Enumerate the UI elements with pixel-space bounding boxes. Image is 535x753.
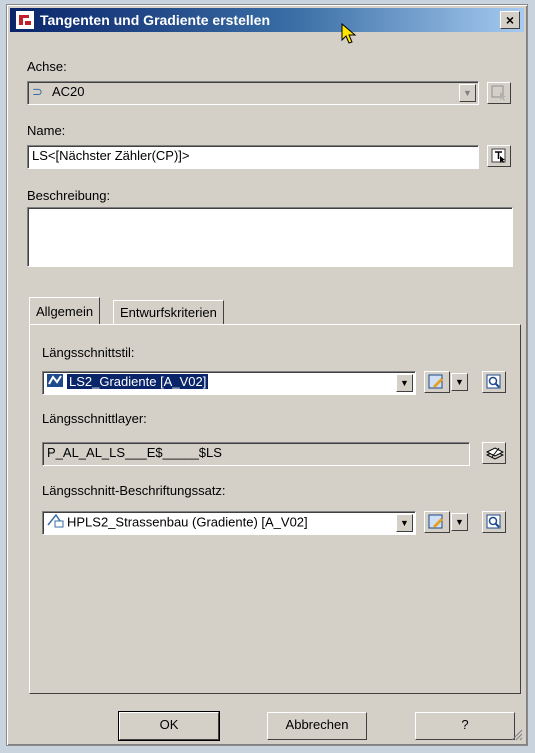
window-title: Tangenten und Gradiente erstellen xyxy=(40,12,271,28)
profile-style-field: LS2_Gradiente [A_V02] xyxy=(42,371,416,395)
profile-style-label: Längsschnittstil: xyxy=(42,345,135,360)
resize-grip-icon[interactable] xyxy=(509,727,523,741)
profile-style-dropdown-button[interactable]: ▼ xyxy=(396,374,413,392)
edit-label-set-dropdown[interactable]: ▼ xyxy=(451,513,468,531)
edit-profile-style-dropdown[interactable]: ▼ xyxy=(451,373,468,391)
alignment-value: AC20 xyxy=(52,84,85,99)
close-button[interactable]: × xyxy=(500,11,520,29)
label-set-dropdown-button[interactable]: ▼ xyxy=(396,514,413,532)
name-field[interactable]: LS<[Nächster Zähler(CP)]> xyxy=(27,145,479,169)
ok-button[interactable]: OK xyxy=(118,711,220,741)
label-set-icon xyxy=(47,512,65,534)
mouse-cursor-icon xyxy=(340,22,360,46)
profile-layer-field: P_AL_AL_LS___E$_____$LS xyxy=(42,442,470,466)
preview-profile-style-button[interactable] xyxy=(482,371,506,393)
title-bar[interactable]: Tangenten und Gradiente erstellen × xyxy=(10,8,524,32)
help-button[interactable]: ? xyxy=(415,712,515,740)
cancel-button[interactable]: Abbrechen xyxy=(267,712,367,740)
alignment-dropdown-button[interactable]: ▼ xyxy=(459,84,476,102)
tab-panel-general: Längsschnittstil: LS2_Gradiente [A_V02] … xyxy=(29,324,521,694)
alignment-combo[interactable]: ⊃ AC20 xyxy=(27,81,479,105)
profile-layer-label: Längsschnittlayer: xyxy=(42,411,147,426)
description-label: Beschreibung: xyxy=(27,188,111,203)
preview-label-set-button[interactable] xyxy=(482,511,506,533)
create-profile-dialog: Tangenten und Gradiente erstellen × Achs… xyxy=(6,4,528,746)
tab-general[interactable]: Allgemein xyxy=(29,297,101,325)
name-template-button[interactable] xyxy=(487,145,511,167)
label-set-label: Längsschnitt-Beschriftungssatz: xyxy=(42,483,226,498)
civil3d-app-icon xyxy=(16,11,34,29)
profile-style-icon xyxy=(47,372,65,394)
profile-style-value: LS2_Gradiente [A_V02] xyxy=(67,374,209,390)
label-set-value: HPLS2_Strassenbau (Gradiente) [A_V02] xyxy=(67,514,308,530)
pick-alignment-button[interactable] xyxy=(487,82,511,104)
edit-label-set-button[interactable] xyxy=(424,511,450,533)
profile-layer-button[interactable] xyxy=(482,442,506,464)
name-label: Name: xyxy=(27,123,66,138)
tab-design-criteria[interactable]: Entwurfskriterien xyxy=(113,300,224,325)
alignment-label: Achse: xyxy=(27,59,67,74)
edit-profile-style-button[interactable] xyxy=(424,371,450,393)
description-field[interactable] xyxy=(27,207,513,267)
label-set-field: HPLS2_Strassenbau (Gradiente) [A_V02] xyxy=(42,511,416,535)
alignment-icon: ⊃ xyxy=(32,84,43,99)
